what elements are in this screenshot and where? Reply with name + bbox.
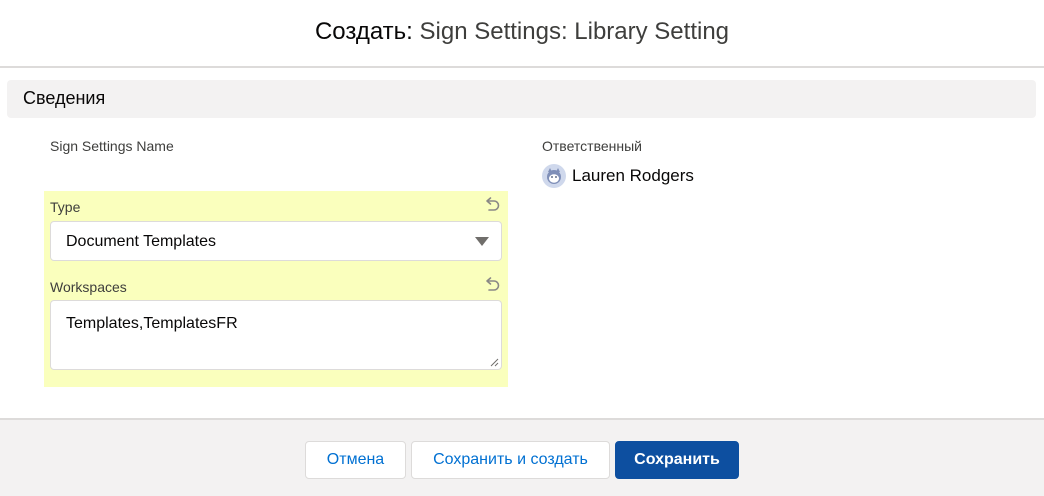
workspaces-label: Workspaces [50, 279, 127, 295]
save-and-new-button[interactable]: Сохранить и создать [411, 441, 610, 479]
chevron-down-icon [475, 237, 489, 246]
owner-name-link[interactable]: Lauren Rodgers [572, 166, 694, 186]
save-button[interactable]: Сохранить [615, 441, 739, 479]
modal-title-object: Sign Settings: Library Setting [419, 18, 730, 45]
modal-header: Создать: Sign Settings: Library Setting [0, 0, 1044, 68]
owner-value[interactable]: Lauren Rodgers [542, 163, 694, 189]
modal-title: Создать: Sign Settings: Library Setting [0, 0, 1044, 64]
type-select-value: Document Templates [66, 233, 216, 250]
user-avatar-icon [547, 168, 561, 184]
workspaces-textarea[interactable]: Templates,TemplatesFR [50, 300, 502, 370]
modal-title-action: Создать [314, 18, 407, 45]
owner-label: Ответственный [542, 138, 642, 154]
section-header-details[interactable]: Сведения [7, 80, 1036, 118]
sign-settings-name-label: Sign Settings Name [50, 138, 174, 154]
section-title: Сведения [23, 88, 106, 108]
resize-grip-icon[interactable] [489, 357, 499, 367]
type-select[interactable]: Document Templates [50, 221, 502, 261]
cancel-button[interactable]: Отмена [305, 441, 406, 479]
workspaces-value: Templates,TemplatesFR [66, 315, 238, 332]
type-label: Type [50, 199, 81, 215]
undo-icon[interactable] [483, 276, 501, 294]
avatar [542, 164, 566, 188]
undo-icon[interactable] [483, 196, 501, 214]
modal-title-separator: : [406, 18, 420, 45]
